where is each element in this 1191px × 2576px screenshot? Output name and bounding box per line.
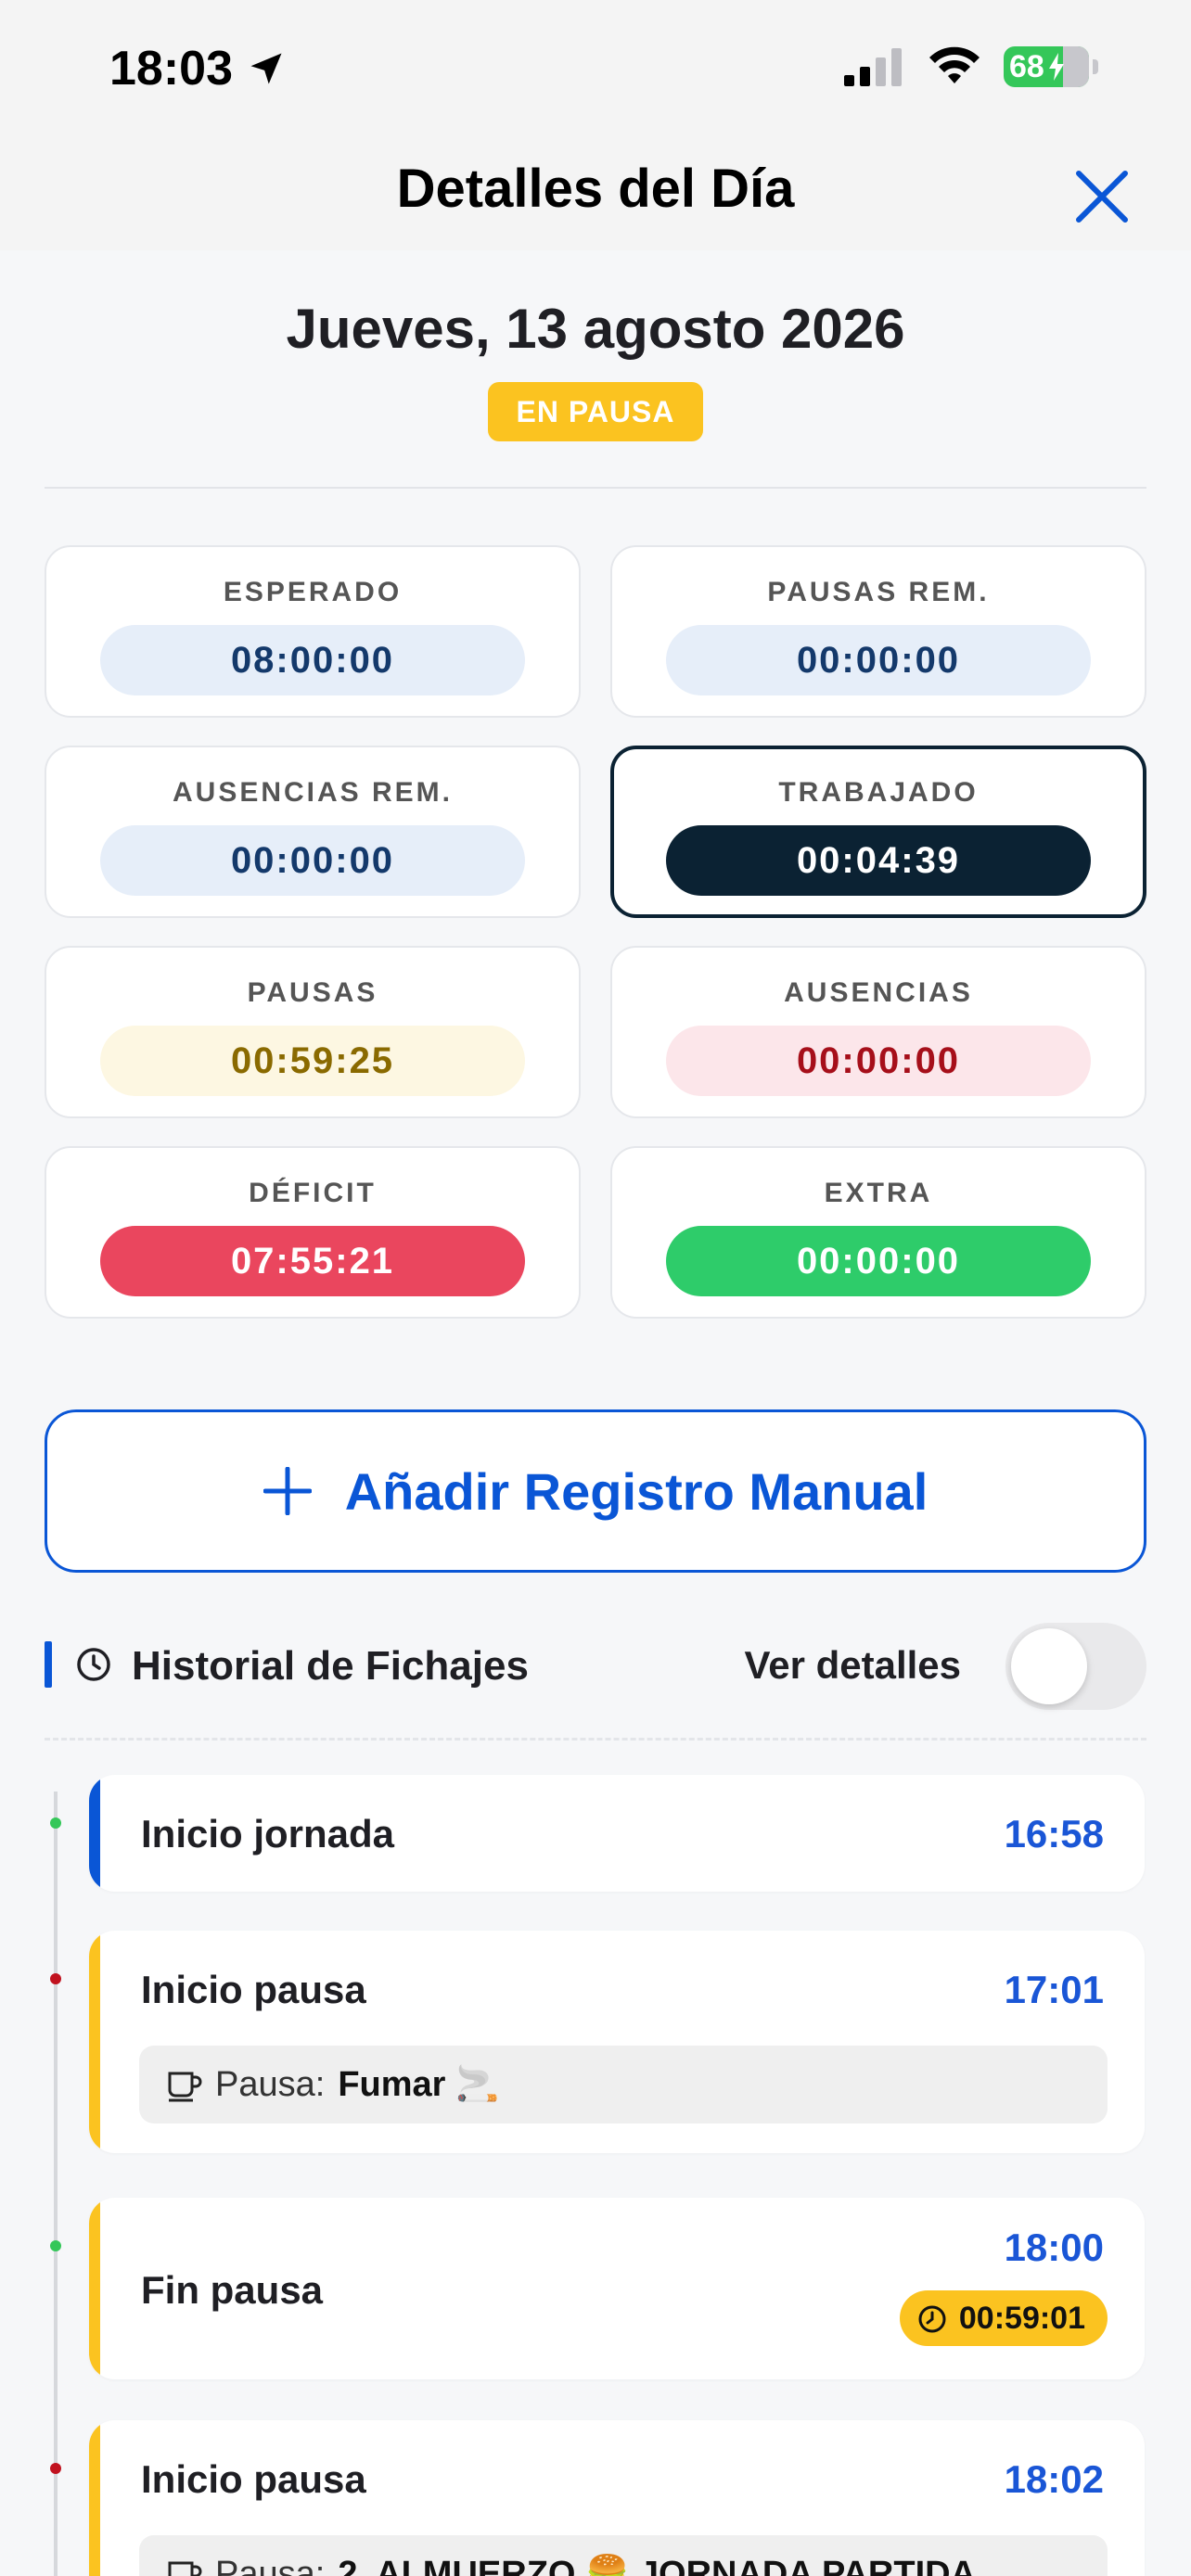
note-value: Fumar 🚬 [338,2065,500,2104]
toggle-knob [1011,1628,1087,1704]
plus-icon [263,1467,312,1515]
stat-value: 00:00:00 [100,825,525,896]
stat-value: 07:55:21 [100,1226,525,1296]
entry-title: Fin pausa [141,2268,324,2312]
entry-inicio-jornada[interactable]: Inicio jornada 16:58 [89,1775,1145,1892]
status-badge: EN PAUSA [488,382,703,441]
wifi-icon [929,46,980,83]
signal-icon [844,48,902,86]
stat-card-esperado: ESPERADO 08:00:00 [45,545,581,718]
entry-title: Inicio jornada [141,1812,395,1855]
timeline-line [54,1792,58,2576]
stat-label: EXTRA [824,1178,933,1208]
stat-label: AUSENCIAS REM. [172,777,454,808]
stat-value: 00:00:00 [666,625,1091,695]
clock-icon [77,1648,110,1681]
add-manual-entry-label: Añadir Registro Manual [344,1461,928,1521]
status-bar: 18:03 68 [0,0,1191,139]
stat-value: 00:59:25 [100,1026,525,1096]
status-time-text: 18:03 [109,42,233,96]
day-date: Jueves, 13 agosto 2026 [286,298,905,360]
stat-label: TRABAJADO [778,777,979,808]
note-prefix: Pausa: [215,2064,326,2104]
timeline-dot-start [50,1817,61,1829]
duration-value: 00:59:01 [958,2300,1085,2336]
details-toggle[interactable] [1005,1623,1146,1710]
close-icon [1076,171,1128,223]
stat-label: ESPERADO [223,577,403,607]
stat-card-trabajado: TRABAJADO 00:04:39 [610,746,1146,918]
battery-indicator: 68 [1004,46,1089,87]
stat-card-ausencias: AUSENCIAS 00:00:00 [610,946,1146,1118]
add-manual-entry-button[interactable]: Añadir Registro Manual [45,1409,1146,1573]
coffee-cup-icon [168,2561,202,2576]
entry-time: 16:58 [1004,1812,1104,1855]
details-toggle-label: Ver detalles [744,1643,961,1687]
timer-icon [918,2305,946,2333]
entry-inicio-pausa[interactable]: Inicio pausa 17:01 Pausa: Fumar 🚬 [89,1931,1145,2153]
note-prefix: Pausa: [215,2554,326,2576]
pause-note: Pausa: Fumar 🚬 [139,2046,1108,2123]
stat-label: PAUSAS REM. [767,577,990,607]
entry-time: 18:00 [1004,2225,1104,2269]
stat-value: 00:04:39 [666,825,1091,896]
entry-title: Inicio pausa [141,2457,366,2501]
stat-value: 00:00:00 [666,1226,1091,1296]
status-time: 18:03 [109,41,287,96]
divider [45,487,1146,489]
entry-time: 17:01 [1004,1968,1104,2011]
stat-card-pausas-rem: PAUSAS REM. 00:00:00 [610,545,1146,718]
stat-label: DÉFICIT [249,1178,377,1208]
battery-level: 68 [1009,48,1044,84]
stat-value: 00:00:00 [666,1026,1091,1096]
timeline-dot-pause [50,1973,61,1984]
stat-label: AUSENCIAS [784,977,973,1008]
charging-bolt-icon [1048,53,1064,81]
history-header: Historial de Fichajes Ver detalles [45,1623,1146,1715]
timeline-dot-resume [50,2240,61,2251]
history-title: Historial de Fichajes [132,1643,529,1689]
stat-card-pausas: PAUSAS 00:59:25 [45,946,581,1118]
stat-card-extra: EXTRA 00:00:00 [610,1146,1146,1319]
close-button[interactable] [1069,163,1135,230]
dashed-divider [45,1738,1146,1741]
pause-note: Pausa: 2. ALMUERZO 🍔 JORNADA PARTIDA [139,2535,1108,2576]
coffee-cup-icon [168,2072,202,2102]
nav-title: Detalles del Día [396,159,795,219]
entry-inicio-pausa-2[interactable]: Inicio pausa 18:02 Pausa: 2. ALMUERZO 🍔 … [89,2420,1145,2576]
note-value: 2. ALMUERZO 🍔 JORNADA PARTIDA [338,2555,977,2576]
stat-value: 08:00:00 [100,625,525,695]
stat-card-ausencias-rem: AUSENCIAS REM. 00:00:00 [45,746,581,918]
nav-bar: Detalles del Día [0,139,1191,250]
duration-badge: 00:59:01 [899,2290,1108,2346]
location-arrow-icon [250,53,282,84]
section-accent-bar [45,1641,52,1688]
entry-fin-pausa[interactable]: Fin pausa 18:00 00:59:01 [89,2198,1145,2379]
timeline-dot-pause [50,2463,61,2474]
stat-card-deficit: DÉFICIT 07:55:21 [45,1146,581,1319]
entry-time: 18:02 [1004,2457,1104,2501]
stat-label: PAUSAS [247,977,378,1008]
entry-title: Inicio pausa [141,1968,366,2011]
